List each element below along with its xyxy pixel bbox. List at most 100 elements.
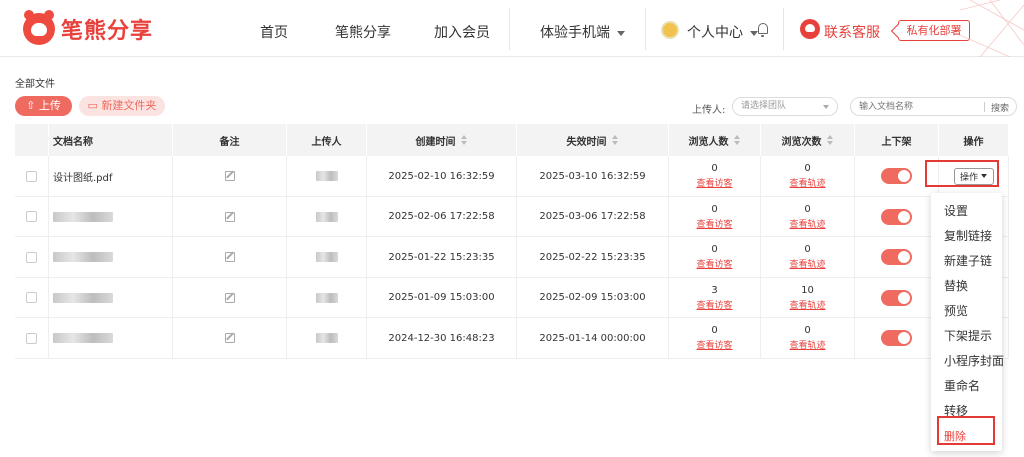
visitors-count: 0 [711, 203, 718, 215]
created-time: 2025-01-22 15:23:35 [367, 237, 517, 277]
header-status: 上下架 [855, 124, 939, 156]
row-checkbox[interactable] [26, 170, 37, 182]
view-trace-link[interactable]: 查看轨迹 [789, 338, 825, 351]
views-cell: 0 查看轨迹 [761, 156, 855, 196]
upload-button[interactable]: ⇧ 上传 [15, 96, 72, 116]
header-expires-label: 失效时间 [566, 136, 607, 148]
expires-time: 2025-02-22 15:23:35 [517, 237, 669, 277]
view-visitors-link[interactable]: 查看访客 [696, 176, 732, 189]
brand-logo[interactable]: 笔熊分享 [23, 10, 153, 47]
nav-mobile[interactable]: 体验手机端 [540, 22, 625, 42]
doc-name-cell[interactable] [49, 196, 173, 237]
doc-name-cell[interactable] [49, 318, 173, 358]
menu-item-miniprogram-cover[interactable]: 小程序封面 [944, 352, 1004, 369]
view-visitors-link[interactable]: 查看访客 [696, 338, 732, 351]
contact-service-link[interactable]: 联系客服 [824, 22, 880, 42]
edit-icon[interactable] [224, 333, 235, 343]
menu-item-unpublish-notice[interactable]: 下架提示 [944, 327, 992, 344]
view-trace-link[interactable]: 查看轨迹 [789, 298, 825, 311]
search-button[interactable]: 搜索 [991, 101, 1009, 114]
visitors-count: 0 [711, 163, 718, 174]
views-count: 0 [804, 325, 811, 336]
table-row: 2024-12-30 16:48:23 2025-01-14 00:00:00 … [15, 318, 1009, 359]
sort-icon [611, 135, 619, 145]
publish-toggle[interactable] [881, 249, 912, 265]
sort-icon [733, 135, 741, 145]
row-select-cell [15, 237, 49, 277]
row-select-cell [15, 156, 49, 196]
visitors-cell: 0 查看访客 [669, 196, 761, 237]
menu-item-copy-link[interactable]: 复制链接 [944, 227, 992, 244]
nav-member[interactable]: 加入会员 [434, 22, 490, 42]
row-checkbox[interactable] [26, 251, 37, 263]
publish-toggle[interactable] [881, 168, 912, 184]
chevron-down-icon [750, 30, 758, 36]
view-visitors-link[interactable]: 查看访客 [696, 298, 732, 311]
menu-item-replace[interactable]: 替换 [944, 277, 968, 294]
sort-icon [826, 135, 834, 145]
header-remark: 备注 [173, 124, 287, 156]
uploader-redacted [315, 333, 338, 343]
doc-name-cell[interactable] [49, 237, 173, 277]
header-select [15, 124, 49, 156]
header-visitors[interactable]: 浏览人数 [669, 124, 761, 156]
expires-time: 2025-01-14 00:00:00 [517, 318, 669, 358]
status-cell [855, 277, 939, 318]
breadcrumb[interactable]: 全部文件 [15, 75, 55, 90]
edit-icon[interactable] [224, 292, 235, 303]
search-input[interactable] [859, 100, 979, 113]
remark-cell [173, 277, 287, 318]
search-box: 搜索 [850, 97, 1017, 116]
header-uploader: 上传人 [287, 124, 367, 156]
expires-time: 2025-03-06 17:22:58 [517, 196, 669, 237]
edit-icon[interactable] [224, 252, 235, 262]
view-trace-link[interactable]: 查看轨迹 [789, 217, 825, 230]
upload-icon: ⇧ [26, 99, 39, 112]
row-checkbox[interactable] [26, 292, 37, 303]
view-trace-link[interactable]: 查看轨迹 [789, 176, 825, 189]
nav-home[interactable]: 首页 [260, 22, 288, 42]
created-time: 2025-02-10 16:32:59 [367, 156, 517, 196]
header-expires[interactable]: 失效时间 [517, 124, 669, 156]
avatar[interactable] [661, 21, 679, 39]
table-header: 文档名称 备注 上传人 创建时间 失效时间 浏览人数 浏览次数 上下架 操作 [15, 124, 1009, 156]
publish-toggle[interactable] [881, 289, 912, 306]
doc-name-redacted [53, 333, 113, 343]
team-select[interactable]: 请选择团队 [732, 97, 838, 116]
edit-icon[interactable] [224, 171, 235, 181]
uploader-cell [287, 237, 367, 277]
uploader-cell [287, 196, 367, 237]
actions-dropdown-menu: 设置 复制链接 新建子链 替换 预览 下架提示 小程序封面 重命名 转移 删除 [931, 193, 1004, 451]
nav-share[interactable]: 笔熊分享 [335, 22, 391, 42]
view-visitors-link[interactable]: 查看访客 [696, 217, 732, 230]
bear-logo-icon [23, 10, 55, 45]
views-cell: 0 查看轨迹 [761, 318, 855, 358]
header-views[interactable]: 浏览次数 [761, 124, 855, 156]
doc-name-cell[interactable] [49, 277, 173, 318]
publish-toggle[interactable] [881, 330, 912, 346]
header-created[interactable]: 创建时间 [367, 124, 517, 156]
new-folder-button[interactable]: ▭ 新建文件夹 [79, 96, 165, 116]
publish-toggle[interactable] [881, 208, 912, 225]
doc-name[interactable]: 设计图纸.pdf [49, 156, 173, 196]
remark-cell [173, 318, 287, 358]
menu-item-rename[interactable]: 重命名 [944, 377, 980, 394]
table-row: 设计图纸.pdf 2025-02-10 16:32:59 2025-03-10 … [15, 156, 1009, 197]
view-visitors-link[interactable]: 查看访客 [696, 257, 732, 270]
expires-time: 2025-02-09 15:03:00 [517, 277, 669, 318]
view-trace-link[interactable]: 查看轨迹 [789, 257, 825, 270]
views-cell: 10 查看轨迹 [761, 277, 855, 318]
edit-icon[interactable] [224, 211, 235, 222]
menu-item-preview[interactable]: 预览 [944, 302, 968, 319]
menu-item-new-sublink[interactable]: 新建子链 [944, 252, 992, 269]
row-checkbox[interactable] [26, 332, 37, 344]
menu-item-settings[interactable]: 设置 [944, 202, 968, 219]
bell-icon[interactable] [758, 23, 768, 37]
row-checkbox[interactable] [26, 211, 37, 222]
visitors-count: 0 [711, 244, 718, 255]
nav-divider [645, 8, 646, 50]
visitors-cell: 0 查看访客 [669, 237, 761, 277]
row-select-cell [15, 196, 49, 237]
customer-service-icon[interactable] [800, 19, 820, 39]
nav-user-center[interactable]: 个人中心 [687, 22, 758, 42]
